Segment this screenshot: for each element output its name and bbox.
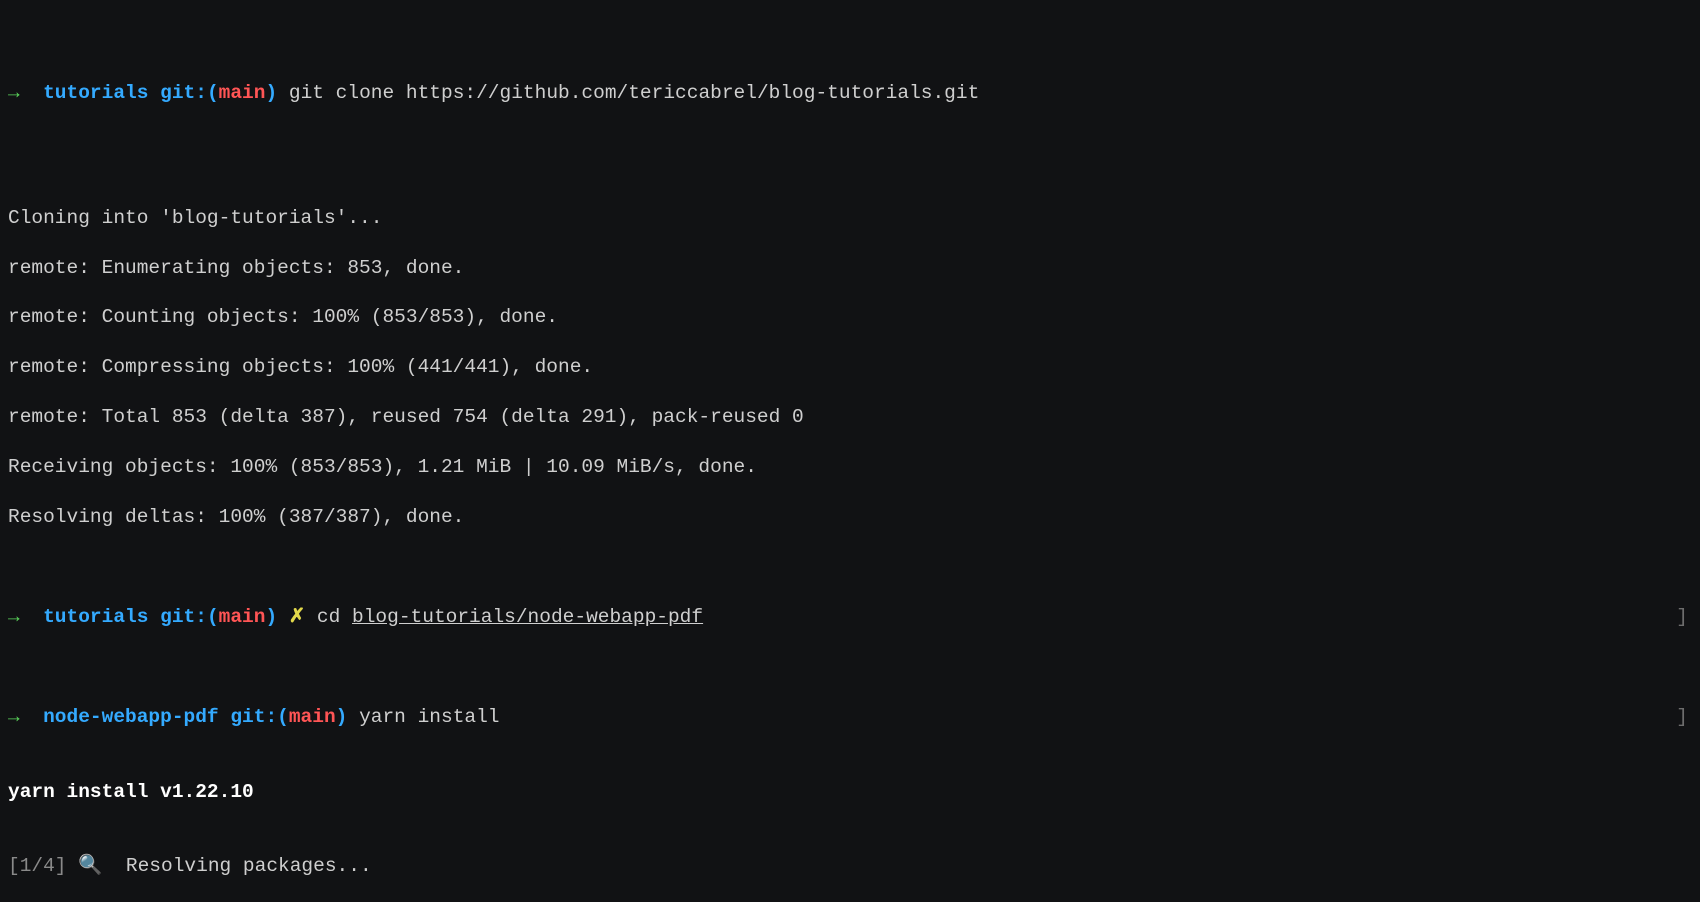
terminal-output[interactable]: → tutorials git:(main) git clone https:/…: [0, 0, 1700, 902]
magnifier-icon: 🔍: [78, 855, 102, 877]
yarn-step: [1/4] 🔍 Resolving packages...: [8, 854, 1692, 879]
prompt-line: → tutorials git:(main) ✗ cd blog-tutoria…: [8, 605, 1692, 630]
cmd-text: git clone https://github.com/tericcabrel…: [289, 82, 979, 104]
right-mark: ]: [1676, 705, 1692, 730]
output-line: remote: Enumerating objects: 853, done.: [8, 256, 1692, 281]
cmd-text: yarn install: [347, 706, 499, 728]
output-line: remote: Total 853 (delta 387), reused 75…: [8, 405, 1692, 430]
prompt-line: → tutorials git:(main) git clone https:/…: [8, 81, 1692, 106]
prompt-arrow: →: [8, 82, 43, 104]
output-line: Receiving objects: 100% (853/853), 1.21 …: [8, 455, 1692, 480]
git-open: git:(: [148, 82, 218, 104]
output-line: remote: Compressing objects: 100% (441/4…: [8, 355, 1692, 380]
output-line: remote: Counting objects: 100% (853/853)…: [8, 305, 1692, 330]
output-line: Cloning into 'blog-tutorials'...: [8, 206, 1692, 231]
right-mark: ]: [1676, 605, 1692, 630]
prompt-dir: tutorials: [43, 82, 148, 104]
prompt-dir: tutorials: [43, 606, 148, 628]
prompt-arrow: →: [8, 606, 43, 628]
git-close: ): [265, 82, 277, 104]
yarn-header: yarn install v1.22.10: [8, 780, 1692, 805]
output-line: Resolving deltas: 100% (387/387), done.: [8, 505, 1692, 530]
prompt-line: → node-webapp-pdf git:(main) yarn instal…: [8, 705, 1692, 730]
cd-path: blog-tutorials/node-webapp-pdf: [352, 606, 703, 628]
git-branch: main: [219, 82, 266, 104]
dirty-mark: ✗: [277, 606, 317, 628]
